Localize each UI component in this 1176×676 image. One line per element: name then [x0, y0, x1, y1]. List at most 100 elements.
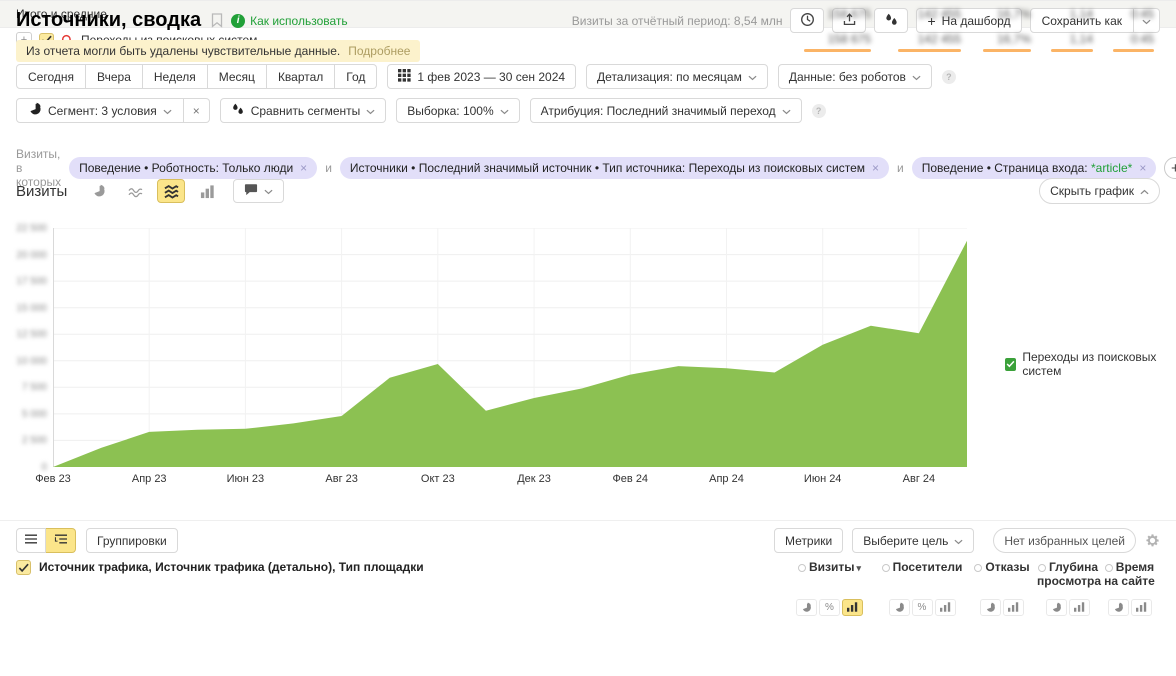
remove-filter-icon[interactable] — [300, 162, 307, 174]
tree-view-button[interactable] — [46, 528, 76, 553]
y-tick-label: 12 500 — [16, 329, 47, 340]
column-header-bounce[interactable]: Отказы — [967, 560, 1037, 589]
visits-area-series[interactable] — [53, 228, 967, 467]
table-view-toggle — [16, 528, 76, 553]
filter-chip-source-type[interactable]: Источники • Последний значимый источник … — [340, 157, 889, 179]
area-chart-type-button[interactable] — [157, 179, 185, 203]
period-tab-year[interactable]: Год — [335, 64, 377, 89]
y-tick-label: 15 000 — [16, 303, 47, 314]
no-favorite-goals-label: Нет избранных целей — [1004, 534, 1125, 548]
time-pie-view-button[interactable] — [1108, 599, 1129, 616]
visitors-percent-view-button[interactable] — [912, 599, 933, 616]
legend-checkbox[interactable] — [1005, 358, 1016, 371]
column-header-visitors[interactable]: Посетители — [877, 560, 967, 589]
annotations-button[interactable] — [233, 179, 284, 203]
metric-radio[interactable] — [882, 564, 890, 572]
data-mode-label: Данные: без роботов — [789, 70, 906, 84]
metrics-button[interactable]: Метрики — [774, 528, 843, 553]
period-tab-quarter[interactable]: Квартал — [267, 64, 335, 89]
chevron-up-icon — [1140, 184, 1149, 198]
banner-more-link[interactable]: Подробнее — [348, 44, 410, 58]
grouping-title: Источник трафика, Источник трафика (дета… — [39, 560, 424, 574]
columns-chart-type-button[interactable] — [193, 179, 221, 203]
y-tick-label: 22 500 — [16, 223, 47, 234]
visits-pie-view-button[interactable] — [796, 599, 817, 616]
groupings-button[interactable]: Группировки — [86, 528, 178, 553]
visits-chart: 02 5005 0007 50010 00012 50015 00017 500… — [16, 222, 1016, 490]
filter-chip-entry-value: *article* — [1091, 161, 1132, 175]
column-header-visits[interactable]: Визиты — [782, 560, 877, 589]
table-header: Источник трафика, Источник трафика (дета… — [16, 560, 1160, 616]
filter-chip-robots[interactable]: Поведение • Роботность: Только люди — [69, 157, 317, 179]
pie-chart-type-button[interactable] — [85, 179, 113, 203]
period-tab-week[interactable]: Неделя — [143, 64, 208, 89]
segments-quick-button[interactable] — [874, 8, 908, 33]
x-tick-label: Июн 23 — [227, 473, 265, 485]
bookmark-icon[interactable] — [211, 13, 223, 28]
remove-filter-icon[interactable] — [1139, 162, 1146, 174]
x-tick-label: Июн 24 — [804, 473, 842, 485]
groupings-label: Группировки — [97, 534, 167, 548]
history-button[interactable] — [790, 8, 824, 33]
attribution-dropdown[interactable]: Атрибуция: Последний значимый переход — [530, 98, 802, 123]
metric-radio[interactable] — [1038, 564, 1046, 572]
calendar-grid-icon — [398, 69, 411, 85]
depth-pie-view-button[interactable] — [1046, 599, 1067, 616]
chevron-down-icon — [500, 104, 509, 118]
segment-clear-button[interactable]: × — [184, 98, 210, 123]
chevron-down-icon — [163, 104, 172, 118]
totals-visits-value: 158 675 — [828, 7, 871, 21]
settings-gear-icon[interactable] — [1145, 533, 1160, 548]
x-tick-label: Фев 23 — [35, 473, 71, 485]
period-tabs: Сегодня Вчера Неделя Месяц Квартал Год — [16, 64, 377, 89]
visits-bars-view-button[interactable] — [842, 599, 863, 616]
sampling-dropdown[interactable]: Выборка: 100% — [396, 98, 519, 123]
period-tab-yesterday[interactable]: Вчера — [86, 64, 143, 89]
column-label: Глубина просмотра — [1037, 560, 1101, 588]
filter-chip-entry-page[interactable]: Поведение • Страница входа: *article* — [912, 157, 1157, 179]
segment-dropdown[interactable]: Сегмент: 3 условия — [16, 98, 184, 123]
detalization-dropdown[interactable]: Детализация: по месяцам — [586, 64, 768, 89]
y-tick-label: 0 — [41, 462, 47, 473]
bounce-bars-view-button[interactable] — [1003, 599, 1024, 616]
chart-plot-area[interactable] — [53, 228, 967, 467]
data-mode-hint-icon[interactable] — [942, 70, 956, 84]
x-tick-label: Апр 23 — [132, 473, 167, 485]
hide-chart-button[interactable]: Скрыть график — [1039, 178, 1160, 204]
attribution-hint-icon[interactable] — [812, 104, 826, 118]
legend-label: Переходы из поисковых систем — [1022, 350, 1176, 378]
period-tab-today[interactable]: Сегодня — [16, 64, 86, 89]
visitors-bars-view-button[interactable] — [935, 599, 956, 616]
date-range-button[interactable]: 1 фев 2023 — 30 сен 2024 — [387, 64, 576, 89]
line-chart-type-button[interactable] — [121, 179, 149, 203]
chart-x-axis: Фев 23Апр 23Июн 23Авг 23Окт 23Дек 23Фев … — [53, 473, 967, 487]
compare-segments-dropdown[interactable]: Сравнить сегменты — [220, 98, 387, 123]
add-visit-condition-button[interactable] — [1164, 157, 1176, 179]
column-header-time-on-site[interactable]: Время на сайте — [1099, 560, 1160, 589]
visitors-pie-view-button[interactable] — [889, 599, 910, 616]
choose-goal-dropdown[interactable]: Выберите цель — [852, 528, 974, 553]
remove-filter-icon[interactable] — [872, 162, 879, 174]
how-to-use-label: Как использовать — [250, 14, 348, 28]
x-tick-label: Авг 23 — [325, 473, 357, 485]
flat-list-view-button[interactable] — [16, 528, 46, 553]
chevron-down-icon — [954, 534, 963, 548]
chevron-down-icon — [366, 104, 375, 118]
depth-bars-view-button[interactable] — [1069, 599, 1090, 616]
sensitive-data-banner: Из отчета могли быть удалены чувствитель… — [16, 40, 420, 62]
time-bars-view-button[interactable] — [1131, 599, 1152, 616]
metric-radio[interactable] — [1105, 564, 1113, 572]
metric-radio[interactable] — [974, 564, 982, 572]
legend-item-search-traffic[interactable]: Переходы из поисковых систем — [1005, 350, 1176, 378]
metric-radio[interactable] — [798, 564, 806, 572]
period-tab-month[interactable]: Месяц — [208, 64, 267, 89]
how-to-use-link[interactable]: Как использовать — [231, 14, 348, 28]
flat-list-icon — [24, 533, 38, 548]
column-header-depth[interactable]: Глубина просмотра — [1037, 560, 1099, 589]
select-all-checkbox[interactable] — [16, 560, 31, 575]
chevron-down-icon — [782, 104, 791, 118]
data-mode-dropdown[interactable]: Данные: без роботов — [778, 64, 932, 89]
totals-time-value: 0:45 — [1131, 7, 1154, 21]
visits-percent-view-button[interactable] — [819, 599, 840, 616]
bounce-pie-view-button[interactable] — [980, 599, 1001, 616]
